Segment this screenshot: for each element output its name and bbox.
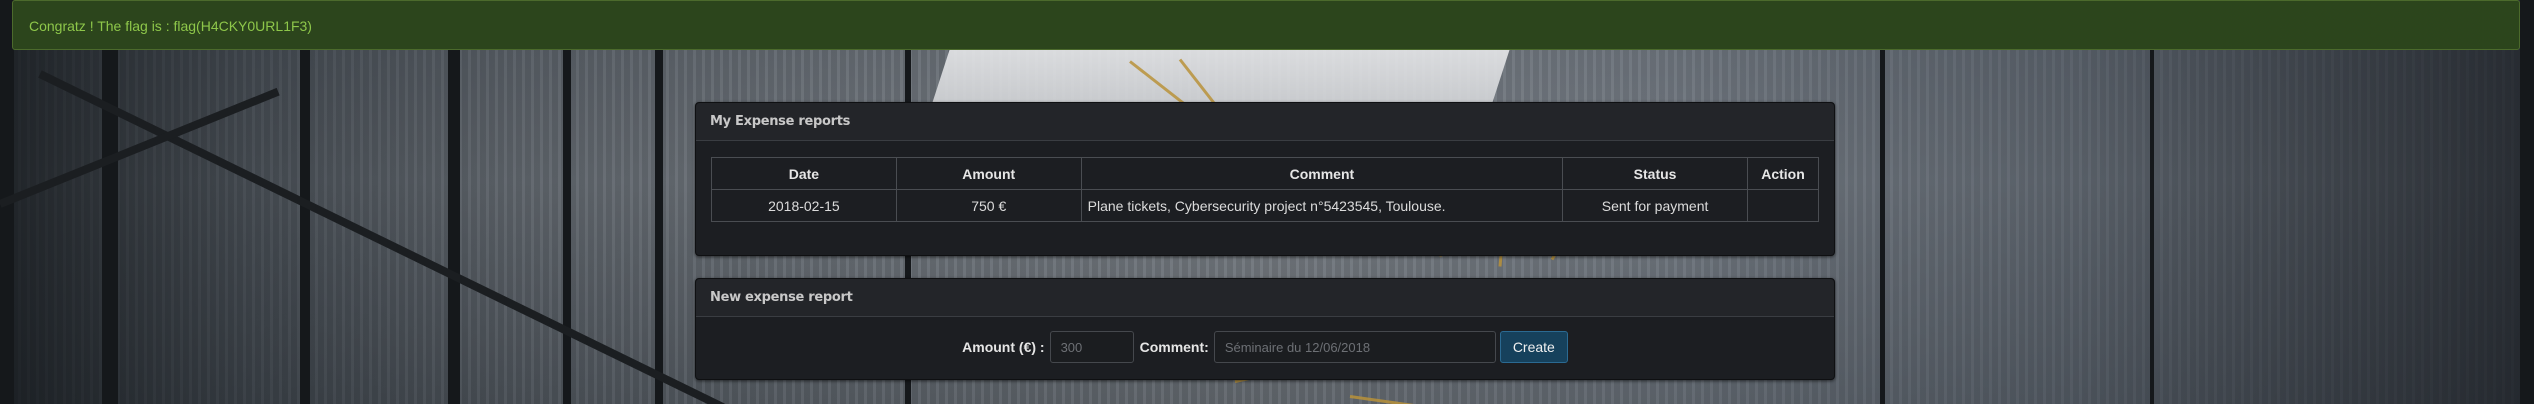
comment-label: Comment: [1139,339,1209,355]
cell-amount: 750 € [895,189,1082,222]
panel-title: New expense report [696,279,1834,317]
table-header-row: Date Amount Comment Status Action [711,157,1819,190]
panel-title: My Expense reports [696,103,1834,141]
cell-action [1747,189,1819,222]
new-expense-panel: New expense report Amount (€) : Comment:… [695,278,1835,380]
expense-reports-panel: My Expense reports Date Amount Comment S… [695,102,1835,256]
column-header-amount: Amount [895,157,1082,190]
table-row: 2018-02-15 750 € Plane tickets, Cybersec… [711,189,1819,222]
column-header-status: Status [1562,157,1748,190]
comment-input[interactable] [1213,331,1496,363]
expense-reports-table: Date Amount Comment Status Action 2018-0… [711,157,1819,222]
cell-status: Sent for payment [1562,189,1748,222]
column-header-date: Date [711,157,897,190]
create-button[interactable]: Create [1499,331,1568,363]
alert-message: Congratz ! The flag is : flag(H4CKY0URL1… [29,18,312,34]
amount-label: Amount (€) : [962,339,1045,355]
column-header-action: Action [1747,157,1819,190]
success-alert: Congratz ! The flag is : flag(H4CKY0URL1… [12,0,2520,50]
column-header-comment: Comment [1080,157,1564,190]
cell-date: 2018-02-15 [711,189,897,222]
new-expense-form: Amount (€) : Comment: Create [696,331,1834,363]
cell-comment: Plane tickets, Cybersecurity project n°5… [1080,189,1564,222]
amount-input[interactable] [1049,331,1134,363]
